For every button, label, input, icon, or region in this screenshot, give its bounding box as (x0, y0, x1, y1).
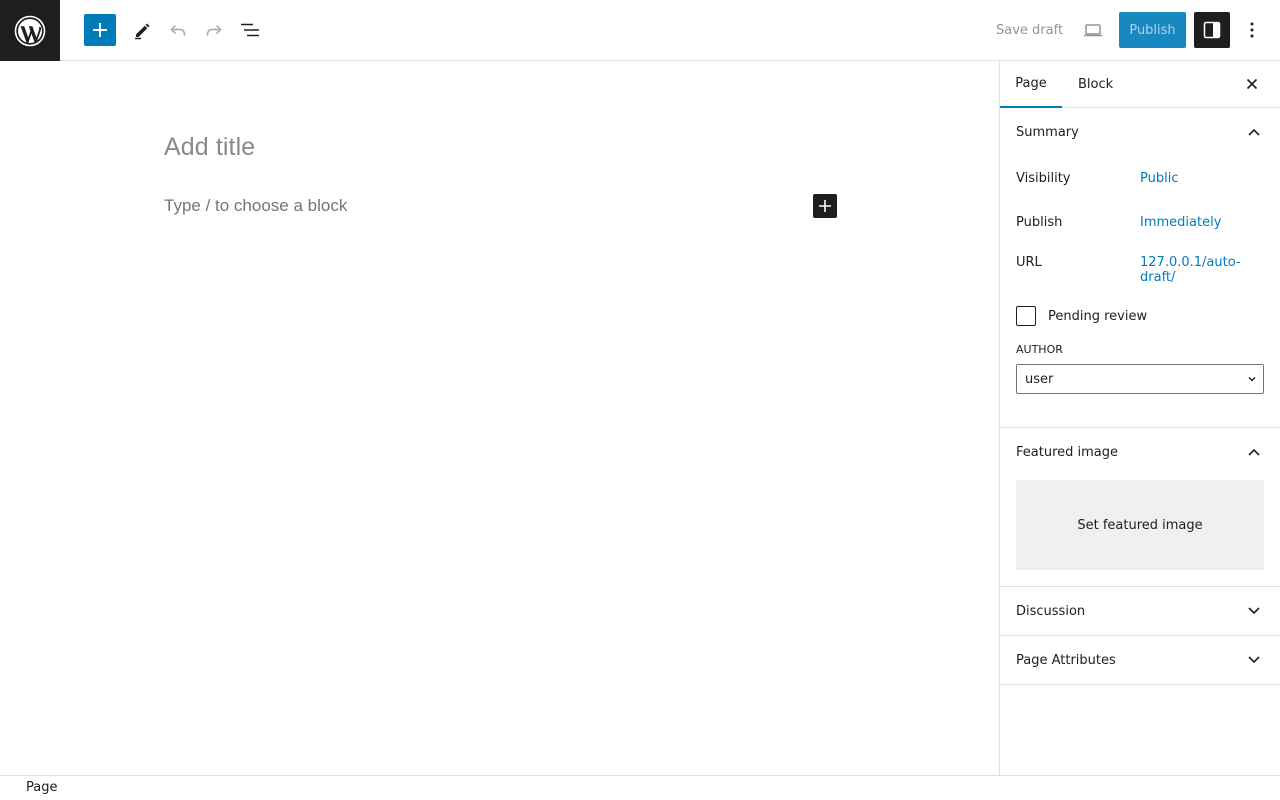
page-attributes-panel: Page Attributes (1000, 636, 1280, 685)
page-attributes-panel-toggle[interactable]: Page Attributes (1000, 636, 1280, 684)
publish-label: Publish (1016, 215, 1063, 230)
empty-block-paragraph[interactable]: Type / to choose a block (164, 196, 347, 216)
wordpress-logo-icon (14, 15, 46, 46)
chevron-down-icon (1246, 603, 1262, 619)
document-overview-button[interactable] (232, 12, 268, 48)
discussion-panel-toggle[interactable]: Discussion (1000, 587, 1280, 635)
list-view-icon (241, 23, 259, 37)
summary-panel-toggle[interactable]: Summary (1000, 108, 1280, 156)
panel-title: Featured image (1016, 444, 1119, 460)
author-select[interactable]: user (1016, 364, 1264, 394)
editor-canvas[interactable]: Add title Type / to choose a block (0, 61, 999, 775)
discussion-panel: Discussion (1000, 587, 1280, 636)
chevron-down-icon (1246, 652, 1262, 668)
visibility-label: Visibility (1016, 171, 1071, 186)
sidebar-tabs: Page Block (1000, 61, 1280, 108)
title-input[interactable]: Add title (164, 133, 255, 162)
sidebar-icon (1203, 21, 1221, 39)
redo-button[interactable] (196, 12, 232, 48)
pencil-icon (135, 23, 150, 40)
wordpress-logo-button[interactable] (0, 0, 60, 61)
publish-button[interactable]: Publish (1119, 12, 1186, 48)
tools-button[interactable] (124, 12, 160, 48)
undo-button[interactable] (160, 12, 196, 48)
settings-sidebar: Page Block Summary Visibility Public Pub… (999, 61, 1280, 775)
tab-page[interactable]: Page (1000, 61, 1062, 108)
undo-icon (170, 24, 186, 36)
panel-title: Summary (1016, 124, 1079, 140)
more-vertical-icon (1250, 22, 1254, 38)
chevron-down-icon (1247, 373, 1257, 388)
breadcrumb-item-page[interactable]: Page (26, 780, 57, 795)
preview-button[interactable] (1075, 12, 1111, 48)
chevron-up-icon (1246, 444, 1262, 460)
author-selected-value: user (1025, 371, 1054, 387)
url-toggle[interactable]: 127.0.0.1/auto-draft/ (1140, 255, 1250, 285)
featured-image-panel: Featured image Set featured image (1000, 428, 1280, 587)
pending-review-checkbox[interactable] (1016, 306, 1036, 326)
redo-icon (206, 24, 222, 36)
add-block-button[interactable] (813, 194, 837, 218)
pending-review-control: Pending review (1016, 306, 1147, 326)
url-label: URL (1016, 255, 1042, 270)
block-breadcrumb-bar: Page (0, 775, 1280, 800)
plus-icon (819, 200, 831, 212)
close-icon (1246, 78, 1258, 90)
settings-button[interactable] (1194, 12, 1230, 48)
block-inserter-button[interactable] (84, 14, 116, 46)
save-draft-button[interactable]: Save draft (986, 12, 1073, 48)
pending-review-label[interactable]: Pending review (1048, 309, 1147, 324)
visibility-toggle[interactable]: Public (1140, 171, 1250, 186)
set-featured-image-button[interactable]: Set featured image (1016, 480, 1264, 570)
close-sidebar-button[interactable] (1240, 72, 1264, 96)
panel-title: Discussion (1016, 603, 1086, 619)
featured-image-panel-toggle[interactable]: Featured image (1000, 428, 1280, 476)
tab-block[interactable]: Block (1078, 61, 1113, 108)
summary-panel: Summary Visibility Public Publish Immedi… (1000, 108, 1280, 428)
chevron-up-icon (1246, 124, 1262, 140)
options-button[interactable] (1234, 12, 1270, 48)
desktop-icon (1084, 24, 1102, 37)
plus-icon (93, 23, 107, 37)
panel-title: Page Attributes (1016, 652, 1116, 668)
publish-date-toggle[interactable]: Immediately (1140, 215, 1250, 230)
author-label: Author (1016, 343, 1063, 356)
editor-header: Save draft Publish (0, 0, 1280, 61)
